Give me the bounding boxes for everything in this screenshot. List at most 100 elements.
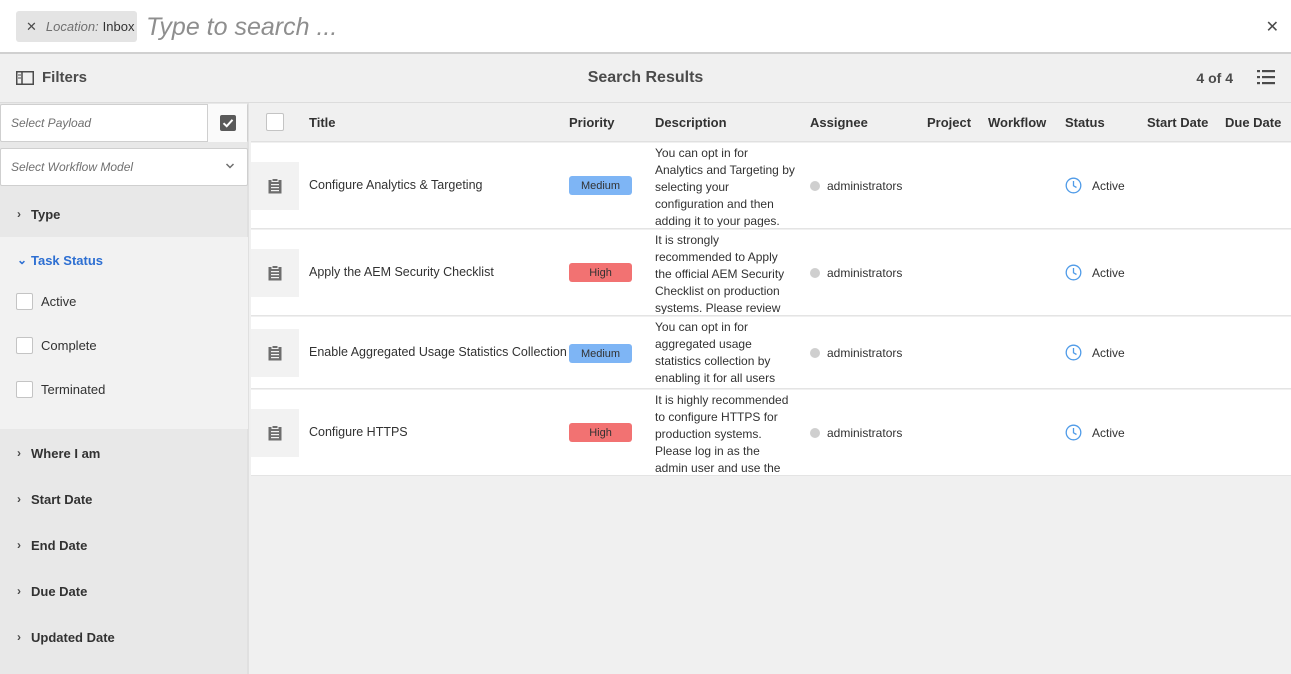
- workflow-model-placeholder: Select Workflow Model: [11, 160, 134, 174]
- assignee-name: administrators: [827, 346, 903, 360]
- status-cell: Active: [1065, 344, 1125, 361]
- priority-badge: High: [569, 423, 632, 442]
- task-title[interactable]: Apply the AEM Security Checklist: [309, 265, 494, 279]
- column-header-description[interactable]: Description: [655, 115, 727, 130]
- results-header: Filters Search Results 4 of 4: [0, 54, 1291, 103]
- filter-section-start-date[interactable]: › Start Date: [0, 476, 248, 522]
- clipboard-icon: [268, 178, 282, 194]
- task-title[interactable]: Configure HTTPS: [309, 425, 408, 439]
- assignee: administrators: [810, 346, 902, 360]
- chevron-down-icon: ⌄: [17, 253, 28, 267]
- task-title[interactable]: Enable Aggregated Usage Statistics Colle…: [309, 345, 567, 359]
- status-cell: Active: [1065, 424, 1125, 441]
- filter-section-task-status[interactable]: ⌄ Task Status: [0, 237, 248, 283]
- chevron-right-icon: ›: [17, 207, 21, 221]
- status-option-active[interactable]: Active: [16, 293, 76, 310]
- result-count: 4 of 4: [1196, 70, 1233, 86]
- section-label: Where I am: [31, 445, 101, 461]
- status-label: Active: [1092, 425, 1125, 440]
- close-icon[interactable]: ✕: [1266, 17, 1279, 37]
- column-header-project[interactable]: Project: [927, 115, 971, 130]
- filters-label: Filters: [42, 69, 88, 86]
- table-row[interactable]: Enable Aggregated Usage Statistics Colle…: [251, 317, 1291, 389]
- chevron-right-icon: ›: [17, 584, 21, 598]
- column-header-assignee[interactable]: Assignee: [810, 115, 868, 130]
- chevron-right-icon: ›: [17, 630, 21, 644]
- status-option-terminated[interactable]: Terminated: [16, 381, 105, 398]
- section-label: Start Date: [31, 491, 93, 507]
- avatar: [810, 268, 820, 278]
- chevron-right-icon: ›: [17, 492, 21, 506]
- status-cell: Active: [1065, 177, 1125, 194]
- task-description: You can opt in for aggregated usage stat…: [655, 320, 776, 385]
- status-label: Active: [1092, 265, 1125, 280]
- column-header-title[interactable]: Title: [309, 115, 336, 130]
- select-all-checkbox[interactable]: [266, 113, 284, 131]
- list-view-icon[interactable]: [1257, 69, 1275, 90]
- task-thumbnail: [251, 249, 299, 297]
- option-label: Complete: [41, 338, 97, 353]
- tag-value: Inbox: [102, 19, 135, 34]
- location-tag: ✕ Location: Inbox: [16, 11, 137, 42]
- section-label: Updated Date: [31, 629, 115, 645]
- search-input[interactable]: [146, 10, 1246, 44]
- filter-section-type[interactable]: › Type: [0, 191, 248, 237]
- clock-icon: [1065, 177, 1082, 194]
- results-table: Title Priority Description Assignee Proj…: [251, 103, 1291, 674]
- table-row[interactable]: Configure Analytics & Targeting Medium Y…: [251, 143, 1291, 229]
- clock-icon: [1065, 424, 1082, 441]
- clipboard-icon: [268, 265, 282, 281]
- checkbox[interactable]: [16, 337, 33, 354]
- payload-placeholder: Select Payload: [11, 116, 92, 130]
- clock-icon: [1065, 344, 1082, 361]
- tag-key: Location:: [45, 19, 99, 34]
- column-header-priority[interactable]: Priority: [569, 115, 615, 130]
- task-description: It is highly recommended to configure HT…: [655, 393, 789, 474]
- filter-section-due-date[interactable]: › Due Date: [0, 568, 248, 614]
- task-thumbnail: [251, 329, 299, 377]
- page-title: Search Results: [587, 69, 704, 86]
- option-label: Terminated: [41, 382, 106, 397]
- status-cell: Active: [1065, 264, 1125, 281]
- search-bar: ✕ Location: Inbox ✕: [0, 0, 1291, 54]
- section-label: End Date: [31, 537, 88, 553]
- filter-section-updated-date[interactable]: › Updated Date: [0, 614, 248, 660]
- section-label: Type: [31, 206, 61, 222]
- sidebar-toggle-icon: [16, 70, 34, 85]
- task-description: You can opt in for Analytics and Targeti…: [655, 146, 795, 227]
- remove-tag-icon[interactable]: ✕: [26, 19, 37, 35]
- assignee-name: administrators: [827, 179, 903, 193]
- assignee-name: administrators: [827, 266, 903, 280]
- avatar: [810, 428, 820, 438]
- status-label: Active: [1092, 178, 1125, 193]
- assignee: administrators: [810, 179, 902, 193]
- filter-section-end-date[interactable]: › End Date: [0, 522, 248, 568]
- workflow-model-select[interactable]: Select Workflow Model: [0, 148, 248, 186]
- assignee: administrators: [810, 426, 902, 440]
- checkbox-checked-icon: [219, 115, 236, 131]
- task-description: It is strongly recommended to Apply the …: [655, 233, 785, 314]
- assignee-name: administrators: [827, 426, 903, 440]
- table-row[interactable]: Configure HTTPS High It is highly recomm…: [251, 390, 1291, 476]
- filters-toggle-button[interactable]: Filters: [16, 69, 87, 86]
- task-title[interactable]: Configure Analytics & Targeting: [309, 178, 482, 192]
- checkbox[interactable]: [16, 381, 33, 398]
- column-header-due-date[interactable]: Due Date: [1225, 115, 1281, 130]
- checkbox[interactable]: [16, 293, 33, 310]
- column-header-start-date[interactable]: Start Date: [1147, 115, 1208, 130]
- column-header-status[interactable]: Status: [1065, 115, 1105, 130]
- status-label: Active: [1092, 345, 1125, 360]
- payload-field[interactable]: Select Payload: [0, 104, 248, 142]
- chevron-right-icon: ›: [17, 446, 21, 460]
- table-header: Title Priority Description Assignee Proj…: [251, 103, 1291, 142]
- chevron-down-icon: [225, 163, 235, 169]
- payload-picker-button[interactable]: [207, 104, 247, 142]
- chevron-right-icon: ›: [17, 538, 21, 552]
- clipboard-icon: [268, 345, 282, 361]
- filter-section-where-i-am[interactable]: › Where I am: [0, 430, 248, 476]
- status-option-complete[interactable]: Complete: [16, 337, 97, 354]
- priority-badge: High: [569, 263, 632, 282]
- column-header-workflow[interactable]: Workflow: [988, 115, 1046, 130]
- filter-sidebar: Select Payload Select Workflow Model › T…: [0, 103, 249, 674]
- table-row[interactable]: Apply the AEM Security Checklist High It…: [251, 230, 1291, 316]
